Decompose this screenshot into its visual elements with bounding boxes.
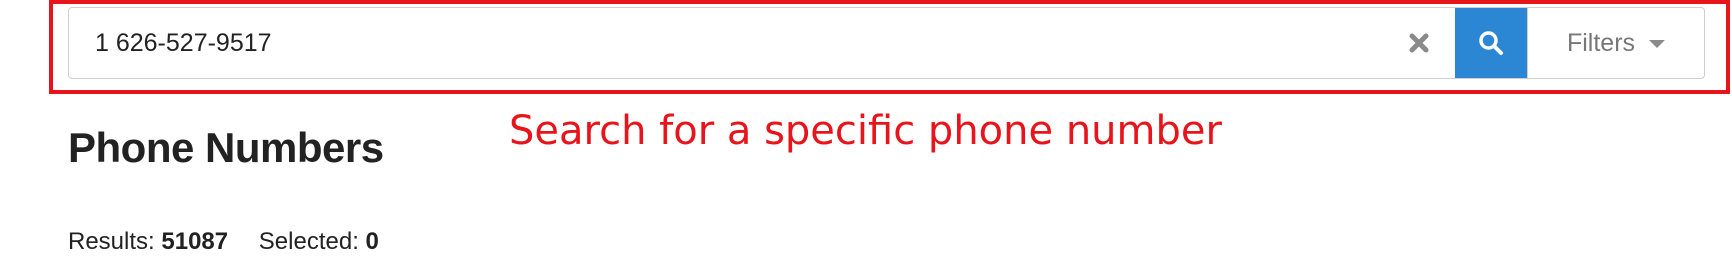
selected-count: Selected: 0 [259,228,379,256]
search-icon [1479,31,1503,55]
results-value: 51087 [161,228,229,255]
search-bar: Filters [68,7,1705,79]
page-title: Phone Numbers [68,124,384,171]
results-label: Results: [68,228,155,255]
filters-dropdown[interactable]: Filters [1527,8,1704,78]
selected-value: 0 [365,228,379,255]
close-icon [1409,33,1429,53]
annotation-text: Search for a specific phone number [509,108,1222,154]
selected-label: Selected: [258,228,359,255]
search-input[interactable] [69,8,1383,78]
results-count: Results: 51087 [68,228,228,256]
clear-search-button[interactable] [1383,8,1455,78]
result-stats: Results: 51087 Selected: 0 [68,228,379,256]
filters-label: Filters [1566,28,1636,57]
search-button[interactable] [1455,8,1527,78]
caret-down-icon [1649,40,1666,48]
